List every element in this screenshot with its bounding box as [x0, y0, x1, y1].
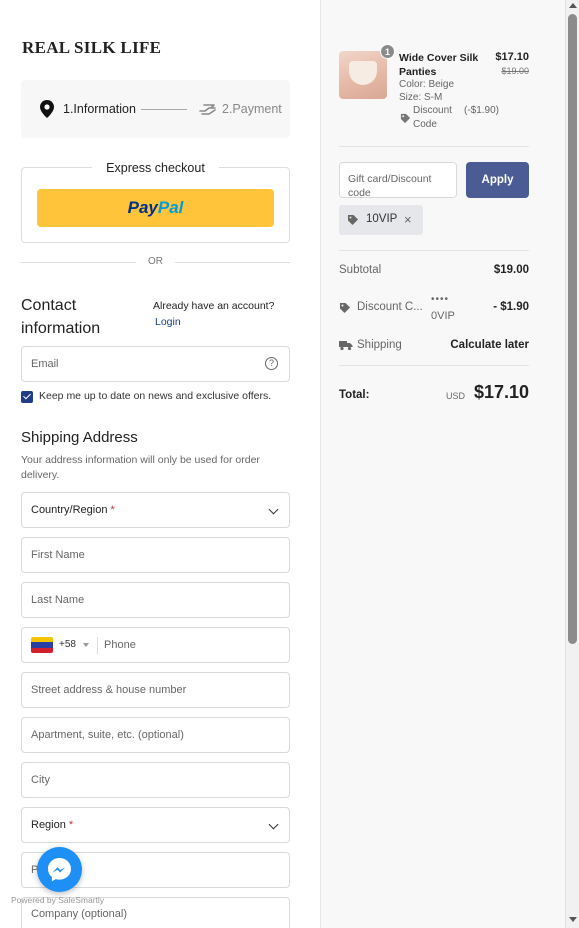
discount-code-masked: •••• [431, 294, 450, 305]
messenger-icon [48, 858, 71, 882]
last-name-field[interactable]: Last Name [21, 582, 290, 618]
applied-discount-chip: 10VIP × [339, 205, 423, 235]
city-placeholder: City [31, 774, 50, 786]
discount-code-tail: 0VIP [431, 310, 455, 322]
product-discount-value: (-$1.90) [464, 105, 500, 116]
total-currency: USD [446, 391, 466, 401]
product-name: Wide Cover Silk Panties [399, 52, 479, 78]
city-field[interactable]: City [21, 762, 290, 798]
apply-button[interactable]: Apply [466, 162, 529, 198]
scroll-up-icon[interactable] [569, 3, 577, 8]
newsletter-label: Keep me up to date on news and exclusive… [39, 390, 272, 402]
paypal-logo-part2: Pal [157, 198, 184, 217]
chevron-down-icon [268, 819, 279, 830]
page-scrollbar[interactable] [565, 0, 579, 928]
apartment-placeholder: Apartment, suite, etc. (optional) [31, 729, 184, 741]
payment-hand-icon [199, 104, 216, 115]
first-name-field[interactable]: First Name [21, 537, 290, 573]
have-account-text: Already have an account? [153, 300, 275, 312]
email-field[interactable]: Email ? [21, 346, 290, 382]
product-size: Size: S-M [399, 92, 443, 103]
gift-card-placeholder: Gift card/Discount code [348, 173, 432, 199]
phone-field[interactable]: +58 Phone [21, 627, 290, 663]
country-select-label: Country/Region [31, 504, 108, 516]
checkout-steps: 1.Information 2.Payment [21, 80, 290, 138]
express-checkout-box: Express checkout PayPal [21, 161, 290, 243]
shipping-section-title: Shipping Address [21, 429, 138, 446]
chevron-down-icon [268, 504, 279, 515]
country-select[interactable]: Country/Region * [21, 492, 290, 528]
step-information: 1.Information [63, 102, 136, 116]
total-label: Total: [339, 389, 370, 401]
store-logo[interactable]: REAL SILK LIFE [22, 38, 161, 58]
paypal-logo-part1: Pay [127, 198, 158, 217]
product-price: $17.10 [495, 51, 529, 63]
summary-divider [339, 146, 529, 147]
applied-discount-code: 10VIP [366, 213, 398, 225]
quantity-badge: 1 [380, 44, 395, 59]
shipping-section-subtitle: Your address information will only be us… [21, 454, 260, 481]
product-color: Color: Beige [399, 79, 455, 90]
product-thumbnail [339, 51, 387, 99]
newsletter-checkbox[interactable] [21, 391, 33, 403]
paypal-button[interactable]: PayPal [37, 189, 274, 227]
shipping-value: Calculate later [450, 339, 529, 351]
login-link[interactable]: Login [155, 316, 181, 328]
location-pin-icon [40, 100, 54, 118]
discount-tag-icon [400, 113, 411, 124]
step-connector [141, 109, 187, 110]
discount-value: - $1.90 [493, 301, 529, 313]
total-value: $17.10 [473, 382, 529, 402]
discount-label: Discount C... [357, 301, 423, 313]
step-payment: 2.Payment [222, 102, 282, 116]
subtotal-label: Subtotal [339, 264, 382, 276]
or-divider: OR [21, 255, 290, 269]
product-original-price: $19.00 [501, 66, 529, 76]
venezuela-flag-icon[interactable] [31, 637, 53, 653]
shipping-label: Shipping [357, 339, 402, 351]
powered-by-text: Powered by SaleSmartly [11, 895, 105, 905]
order-summary-panel [320, 0, 565, 928]
email-placeholder: Email [31, 358, 59, 370]
phone-country-code[interactable]: +58 [59, 639, 76, 650]
scrollbar-thumb[interactable] [568, 14, 577, 644]
messenger-chat-button[interactable] [37, 847, 82, 892]
summary-divider [339, 365, 529, 366]
remove-discount-icon[interactable]: × [404, 212, 412, 227]
subtotal-value: $19.00 [493, 264, 529, 276]
summary-divider [339, 250, 529, 251]
help-question-icon[interactable]: ? [265, 357, 278, 370]
company-placeholder: Company (optional) [31, 908, 127, 920]
street-address-field[interactable]: Street address & house number [21, 672, 290, 708]
scroll-down-icon[interactable] [569, 917, 577, 922]
discount-tag-icon [340, 303, 350, 313]
express-checkout-legend: Express checkout [92, 161, 219, 175]
caret-down-icon[interactable] [83, 643, 89, 647]
checkout-form-panel: REAL SILK LIFE 1.Information 2.Payment E… [0, 0, 320, 928]
apartment-field[interactable]: Apartment, suite, etc. (optional) [21, 717, 290, 753]
discount-tag-icon [348, 215, 358, 225]
gift-card-input[interactable]: Gift card/Discount code [339, 162, 457, 199]
product-discount-label: Discount Code [413, 105, 452, 130]
region-select-label: Region [31, 819, 66, 831]
contact-section-title: Contact information [21, 297, 101, 337]
street-placeholder: Street address & house number [31, 684, 187, 696]
first-name-placeholder: First Name [31, 549, 85, 561]
phone-placeholder: Phone [104, 639, 136, 651]
region-select[interactable]: Region * [21, 807, 290, 843]
last-name-placeholder: Last Name [31, 594, 85, 606]
truck-icon [339, 341, 353, 351]
